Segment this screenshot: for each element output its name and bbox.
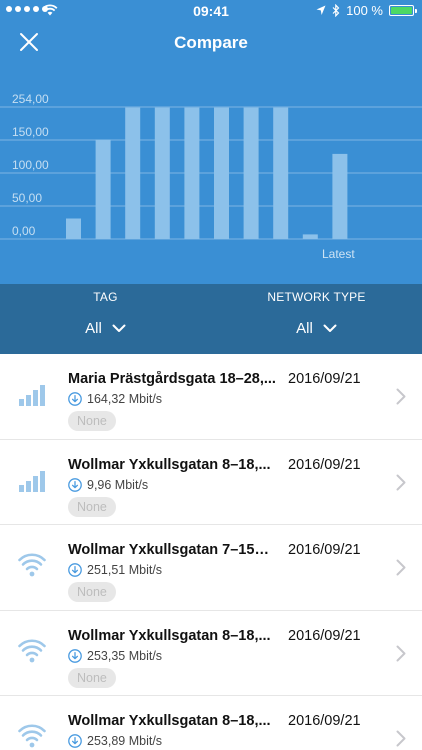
download-speed: 164,32 Mbit/s [87, 392, 163, 406]
chart-bar [214, 107, 229, 239]
chart-bar [154, 107, 170, 239]
chevron-right-icon [396, 730, 406, 747]
result-date: 2016/09/21 [288, 456, 361, 473]
filter-bar: TAG All NETWORK TYPE All [0, 284, 422, 354]
tag-badge: None [68, 582, 116, 602]
download-icon [68, 392, 82, 406]
latest-label: Latest [322, 247, 355, 261]
y-tick-label: 100,00 [12, 158, 49, 172]
speed-bar-chart: 254,00 150,00 100,00 50,00 0,00 Latest [0, 92, 422, 261]
chart-bar [95, 139, 111, 239]
chevron-right-icon [396, 559, 406, 576]
result-location: Wollmar Yxkullsgatan 8–18,... [68, 627, 271, 644]
result-location: Wollmar Yxkullsgatan 7–15C,... [68, 542, 278, 558]
nav-bar: Compare [0, 22, 422, 64]
chart-bar [273, 107, 289, 239]
result-date: 2016/09/21 [288, 713, 361, 729]
network-type-filter-value: All [296, 320, 313, 337]
y-tick-label: 0,00 [12, 224, 36, 238]
tag-filter[interactable]: TAG All [0, 284, 211, 354]
chevron-down-icon [112, 324, 126, 332]
cellular-signal-icon [18, 382, 46, 408]
result-location: Wollmar Yxkullsgatan 8–18,... [68, 713, 271, 729]
chart-bar [332, 153, 348, 239]
download-icon [68, 477, 82, 492]
chevron-right-icon [396, 388, 406, 405]
wifi-icon [18, 638, 46, 665]
close-icon[interactable] [14, 28, 44, 58]
list-item[interactable]: Wollmar Yxkullsgatan 8–18,... 2016/09/21… [0, 696, 422, 750]
tag-filter-value: All [85, 320, 102, 337]
y-tick-label: 50,00 [12, 191, 42, 205]
tag-badge: None [68, 496, 116, 517]
chart-bar [302, 234, 318, 239]
chevron-right-icon [396, 645, 406, 661]
download-icon [68, 734, 82, 748]
chart-bar [243, 107, 259, 239]
result-date: 2016/09/21 [288, 371, 361, 387]
download-icon [68, 563, 82, 577]
wifi-icon [18, 724, 46, 750]
cellular-signal-icon [18, 468, 46, 494]
tag-badge: None [68, 667, 116, 688]
network-type-filter-label: NETWORK TYPE [267, 290, 366, 304]
battery-percent: 100 % [346, 3, 383, 18]
page-title: Compare [174, 33, 248, 52]
list-item[interactable]: Wollmar Yxkullsgatan 8–18,... 2016/09/21… [0, 439, 422, 525]
chart-bar [125, 107, 141, 239]
download-speed: 253,89 Mbit/s [87, 734, 163, 748]
tag-badge: None [68, 411, 116, 431]
battery-icon [389, 5, 417, 16]
chart-bar [184, 107, 200, 239]
result-date: 2016/09/21 [288, 627, 361, 644]
chevron-right-icon [396, 474, 406, 490]
result-date: 2016/09/21 [288, 542, 361, 558]
result-location: Maria Prästgårdsgata 18–28,... [68, 371, 276, 387]
result-location: Wollmar Yxkullsgatan 8–18,... [68, 456, 271, 473]
network-type-filter[interactable]: NETWORK TYPE All [211, 284, 422, 354]
bluetooth-icon [332, 4, 340, 17]
chevron-down-icon [323, 324, 337, 332]
tag-filter-label: TAG [93, 290, 118, 304]
list-item[interactable]: Wollmar Yxkullsgatan 8–18,... 2016/09/21… [0, 610, 422, 696]
download-speed: 9,96 Mbit/s [87, 477, 149, 492]
download-speed: 251,51 Mbit/s [87, 563, 163, 577]
status-bar: 09:41 100 % [0, 0, 422, 22]
header: 09:41 100 % Compare 254,00 150,00 100,00 50… [0, 0, 422, 284]
download-speed: 253,35 Mbit/s [87, 648, 163, 663]
list-item[interactable]: Maria Prästgårdsgata 18–28,... 2016/09/2… [0, 354, 422, 440]
y-tick-label: 254,00 [12, 92, 49, 106]
download-icon [68, 648, 82, 663]
location-arrow-icon [316, 5, 326, 15]
list-item[interactable]: Wollmar Yxkullsgatan 7–15C,... 2016/09/2… [0, 525, 422, 611]
chart-bar [66, 218, 81, 239]
results-list: Maria Prästgårdsgata 18–28,... 2016/09/2… [0, 354, 422, 750]
y-tick-label: 150,00 [12, 125, 49, 139]
wifi-icon [18, 553, 46, 579]
